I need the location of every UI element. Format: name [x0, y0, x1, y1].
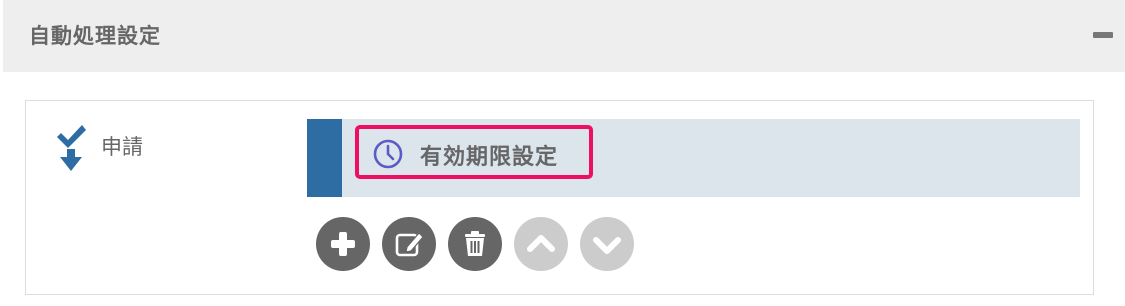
move-up-button[interactable]: [514, 217, 568, 271]
edit-icon: [395, 232, 424, 257]
step-label: 申請: [101, 135, 143, 159]
collapse-button[interactable]: [1091, 23, 1115, 47]
edit-button[interactable]: [382, 217, 436, 271]
panel-body: 申請 有効期限設定: [25, 100, 1094, 295]
delete-button[interactable]: [448, 217, 502, 271]
add-button[interactable]: [316, 217, 370, 271]
chevron-down-icon: [593, 237, 621, 254]
process-row: 有効期限設定: [307, 119, 1080, 197]
process-item-expiration[interactable]: 有効期限設定: [355, 125, 593, 179]
clock-icon: [373, 139, 403, 169]
panel-title: 自動処理設定: [29, 24, 161, 48]
chevron-up-icon: [527, 235, 555, 252]
panel-header: 自動処理設定: [3, 0, 1125, 72]
process-row-accent: [307, 119, 342, 197]
minus-icon: [1093, 32, 1113, 38]
move-down-button[interactable]: [580, 217, 634, 271]
trash-icon: [465, 231, 485, 256]
check-arrow-down-icon: [57, 125, 86, 171]
process-item-label: 有効期限設定: [420, 145, 559, 170]
plus-icon: [331, 232, 355, 256]
